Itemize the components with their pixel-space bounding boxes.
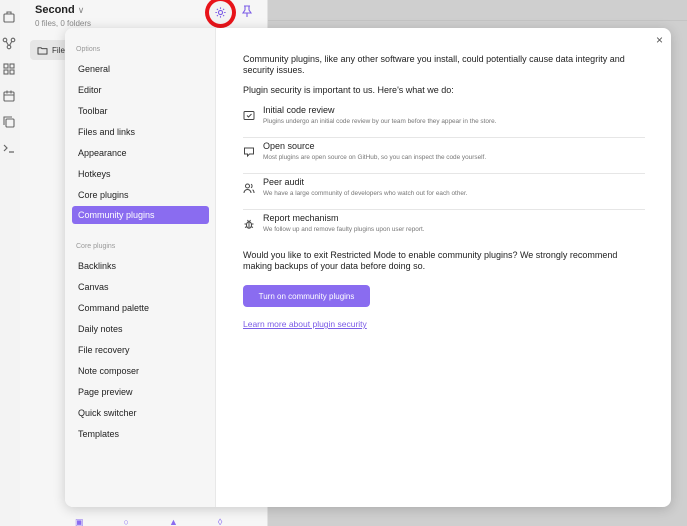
feature-title: Open source [263,141,315,151]
sidebar-item-templates[interactable]: Templates [72,425,209,443]
sidebar-item-hotkeys[interactable]: Hotkeys [72,165,209,183]
feature-title: Peer audit [263,177,305,187]
feature-description: Plugins undergo an initial code review b… [263,118,497,125]
feature-title: Report mechanism [263,213,339,223]
left-ribbon [0,0,20,526]
explorer-footer: ▣ ○ ▲ ◊ [75,517,222,526]
calendar-icon[interactable] [2,89,16,103]
sidebar-item-quick-switcher[interactable]: Quick switcher [72,404,209,422]
sidebar-item-general[interactable]: General [72,60,209,78]
options-heading: Options [76,46,101,53]
footer-icon[interactable]: ○ [124,517,129,526]
sidebar-item-toolbar[interactable]: Toolbar [72,102,209,120]
bug-icon [243,218,255,230]
feature-item-report-mechanism: Report mechanism We follow up and remove… [243,213,645,246]
footer-icon[interactable]: ◊ [218,517,222,526]
feature-item-open-source: Open source Most plugins are open source… [243,141,645,174]
chevron-down-icon: ∨ [77,4,85,15]
settings-modal: Options General Editor Toolbar Files and… [65,28,671,507]
sidebar-item-core-plugins[interactable]: Core plugins [72,186,209,204]
sidebar-item-files-and-links[interactable]: Files and links [72,123,209,141]
graph-icon[interactable] [2,36,16,50]
sidebar-item-command-palette[interactable]: Command palette [72,299,209,317]
peer-audit-icon [243,182,255,194]
turn-on-community-plugins-button[interactable]: Turn on community plugins [243,285,370,307]
security-intro: Plugin security is important to us. Here… [243,85,454,95]
vault-file-count: 0 files, 0 folders [35,19,92,28]
sidebar-item-appearance[interactable]: Appearance [72,144,209,162]
footer-icon[interactable]: ▲ [169,517,178,526]
terminal-icon[interactable] [2,141,16,155]
sidebar-item-backlinks[interactable]: Backlinks [72,257,209,275]
feature-description: Most plugins are open source on GitHub, … [263,154,487,161]
open-source-icon [243,146,255,158]
canvas-icon[interactable] [2,62,16,76]
gear-icon [215,7,226,18]
vault-name: Second [35,4,75,16]
feature-description: We follow up and remove faulty plugins u… [263,226,425,233]
folder-icon [37,46,48,55]
sidebar-item-daily-notes[interactable]: Daily notes [72,320,209,338]
tab-bar-divider [268,20,687,21]
sidebar-item-page-preview[interactable]: Page preview [72,383,209,401]
settings-sidebar: Options General Editor Toolbar Files and… [65,28,216,507]
copy-icon[interactable] [2,115,16,129]
vault-switcher[interactable]: Second ∨ [35,4,84,16]
review-icon [243,110,255,122]
restricted-mode-question: Would you like to exit Restricted Mode t… [243,250,618,271]
learn-more-link[interactable]: Learn more about plugin security [243,319,367,329]
sidebar-item-note-composer[interactable]: Note composer [72,362,209,380]
feature-title: Initial code review [263,105,335,115]
feature-item-code-review: Initial code review Plugins undergo an i… [243,105,645,138]
security-warning: Community plugins, like any other softwa… [243,54,625,75]
pin-icon[interactable] [240,4,254,18]
core-plugins-heading: Core plugins [76,243,116,250]
feature-description: We have a large community of developers … [263,190,468,197]
settings-button-highlight[interactable] [205,0,236,28]
close-icon[interactable]: × [656,34,663,46]
community-plugins-panel: Community plugins, like any other softwa… [243,54,645,271]
footer-icon[interactable]: ▣ [75,517,84,526]
sidebar-item-file-recovery[interactable]: File recovery [72,341,209,359]
sidebar-item-canvas[interactable]: Canvas [72,278,209,296]
sidebar-item-community-plugins[interactable]: Community plugins [72,206,209,224]
feature-item-peer-audit: Peer audit We have a large community of … [243,177,645,210]
switch-vault-icon[interactable] [2,10,16,24]
sidebar-item-editor[interactable]: Editor [72,81,209,99]
